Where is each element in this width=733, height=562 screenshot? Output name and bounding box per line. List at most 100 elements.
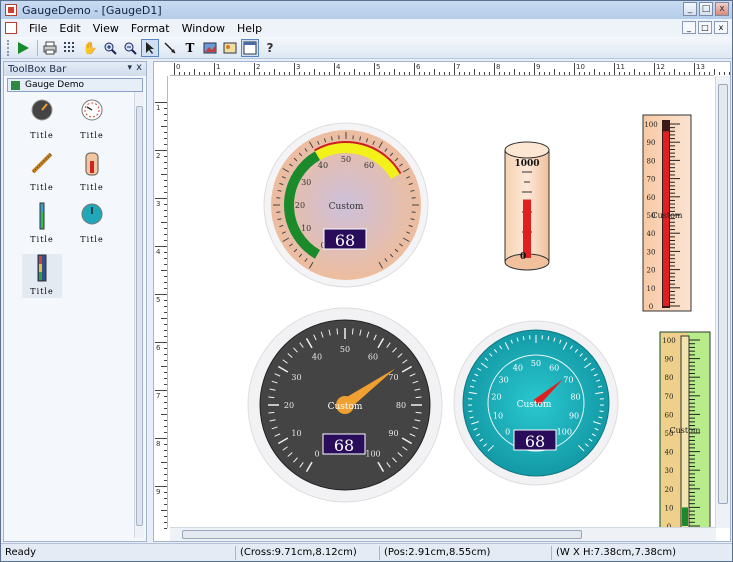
cylinder-fill <box>523 199 531 258</box>
tool-slider[interactable]: Title <box>22 150 62 194</box>
gauge-canvas: 0 10 20 30 40 50 60 Custom 68 1000 0 100908070… <box>247 114 711 528</box>
print-icon[interactable] <box>41 39 59 57</box>
thermometer-label: 30 <box>647 248 656 256</box>
app-window: GaugeDemo - [GaugeD1] _ □ x File Edit Vi… <box>0 0 733 562</box>
text-icon[interactable]: T <box>181 39 199 57</box>
dark-dial-label: 10 <box>291 429 301 438</box>
cylinder-gauge[interactable]: 1000 0 <box>504 141 550 271</box>
bar-meter-label: 30 <box>665 467 674 475</box>
thermometer-label: 80 <box>647 157 656 165</box>
dark-dial-label: 90 <box>388 429 398 438</box>
toolbox-header[interactable]: ToolBox Bar ▾ x <box>4 62 146 76</box>
toolbar-grip[interactable] <box>7 39 10 56</box>
document-canvas[interactable]: 0 1 2 3 4 5 6 7 8 9 10 11 12 13 123456789 <box>153 61 731 542</box>
toolbox-panel: ToolBox Bar ▾ x Gauge Demo Title Title T… <box>3 61 147 542</box>
teal-dial-gauge[interactable]: 010 20 30 40 50 60 70 80 90 100 Custom 68 <box>453 320 619 486</box>
mdi-minimize-button[interactable]: _ <box>682 21 696 34</box>
teal-dial-label: 50 <box>531 359 541 368</box>
grid-icon[interactable] <box>61 39 79 57</box>
teal-dial-label: 20 <box>491 393 501 402</box>
toolbox-group-label: Gauge Demo <box>25 80 85 90</box>
ruler-tick <box>729 72 730 75</box>
arc-gauge-label: 60 <box>364 161 374 170</box>
menu-bar: File Edit View Format Window Help _ □ x <box>1 19 732 37</box>
teal-dial-label: 30 <box>499 375 509 384</box>
select-icon[interactable] <box>141 38 159 57</box>
menu-format[interactable]: Format <box>125 22 176 35</box>
tool-dark-dial[interactable]: Title <box>22 98 62 142</box>
mdi-restore-button[interactable]: □ <box>698 21 712 34</box>
arc-gauge-label: 10 <box>301 224 311 233</box>
thermometer-caption: Custom <box>652 211 683 220</box>
teal-dial-value: 68 <box>525 432 545 451</box>
teal-dial-caption: Custom <box>517 400 552 410</box>
layout-icon[interactable] <box>241 38 259 57</box>
arc-gauge-label: 30 <box>301 178 311 187</box>
ruler-tick <box>164 528 167 529</box>
bar-meter-gauge[interactable]: 1009080706050403020100 Custom <box>659 331 711 528</box>
tool-teal-dial[interactable]: Title <box>72 202 112 246</box>
zoom-in-icon[interactable] <box>101 39 119 57</box>
zoom-out-icon[interactable] <box>121 39 139 57</box>
dark-dial-label: 60 <box>368 353 378 362</box>
teal-dial-label: 40 <box>513 363 523 372</box>
tool-bar-meter[interactable]: Title <box>22 254 62 298</box>
title-bar[interactable]: GaugeDemo - [GaugeD1] _ □ x <box>1 1 732 19</box>
thermometer-icon <box>39 202 45 230</box>
white-dial-icon <box>81 99 103 121</box>
pin-icon[interactable]: ▾ <box>127 63 132 73</box>
arc-gauge-label: 40 <box>318 161 328 170</box>
menu-file[interactable]: File <box>23 22 53 35</box>
thermometer-label: 70 <box>647 176 656 184</box>
toolbox-scroll-thumb[interactable] <box>136 106 143 526</box>
toolbox-close-button[interactable]: x <box>136 62 142 73</box>
menu-help[interactable]: Help <box>231 22 268 35</box>
image-icon[interactable] <box>201 39 219 57</box>
ruler-tick <box>714 69 715 75</box>
close-button[interactable]: x <box>715 2 729 16</box>
toolbox-scrollbar[interactable] <box>134 92 144 538</box>
bar-meter-fill <box>682 507 688 526</box>
group-icon <box>11 80 20 90</box>
document-icon[interactable] <box>5 22 17 34</box>
dark-dial-tick <box>336 328 339 335</box>
mdi-close-button[interactable]: x <box>714 21 728 34</box>
arc-gauge-label: 50 <box>341 155 351 164</box>
arc-gauge[interactable]: 0102030405060 Custom 68 <box>263 122 429 288</box>
dark-dial-tick <box>351 328 354 335</box>
thermometer-label: 10 <box>647 285 656 293</box>
menu-view[interactable]: View <box>87 22 125 35</box>
dark-dial-value: 68 <box>334 436 354 455</box>
bar-meter-label: 80 <box>665 374 674 382</box>
bar-meter-label: 20 <box>665 486 674 494</box>
tool-cylinder[interactable]: Title <box>72 150 112 194</box>
teal-dial-tick <box>599 410 604 413</box>
menu-window[interactable]: Window <box>176 22 231 35</box>
dark-dial-tick <box>268 411 275 414</box>
cylinder-bottom-value: 0 <box>520 252 526 262</box>
bar-meter-label: 40 <box>665 449 674 457</box>
maximize-button[interactable]: □ <box>699 2 713 16</box>
menu-edit[interactable]: Edit <box>53 22 86 35</box>
pan-icon[interactable]: ✋ <box>81 39 99 57</box>
ruler-tick <box>724 72 725 75</box>
thermometer-gauge[interactable]: 1009080706050403020100 Custom <box>642 114 692 312</box>
canvas-vertical-scrollbar[interactable] <box>715 76 730 528</box>
bar-meter-label: 90 <box>665 356 674 364</box>
toolbox-group[interactable]: Gauge Demo <box>7 78 143 92</box>
minimize-button[interactable]: _ <box>683 2 697 16</box>
tool-white-dial[interactable]: Title <box>72 98 112 142</box>
run-icon[interactable] <box>14 39 32 57</box>
canvas-vertical-thumb[interactable] <box>718 84 728 504</box>
canvas-horizontal-thumb[interactable] <box>182 530 582 539</box>
dark-dial-label: 80 <box>396 401 406 410</box>
bar-meter-caption: Custom <box>670 426 701 435</box>
status-ready: Ready <box>5 546 37 558</box>
help-icon[interactable]: ? <box>261 39 279 57</box>
teal-dial-icon <box>81 203 103 225</box>
line-icon[interactable] <box>161 39 179 57</box>
dark-dial-gauge[interactable]: 0 10 20 30 40 50 60 70 80 90 100 Custom 68 <box>247 307 443 503</box>
picture-icon[interactable] <box>221 39 239 57</box>
tool-thermometer[interactable]: Title <box>22 202 62 246</box>
canvas-horizontal-scrollbar[interactable] <box>170 527 716 541</box>
